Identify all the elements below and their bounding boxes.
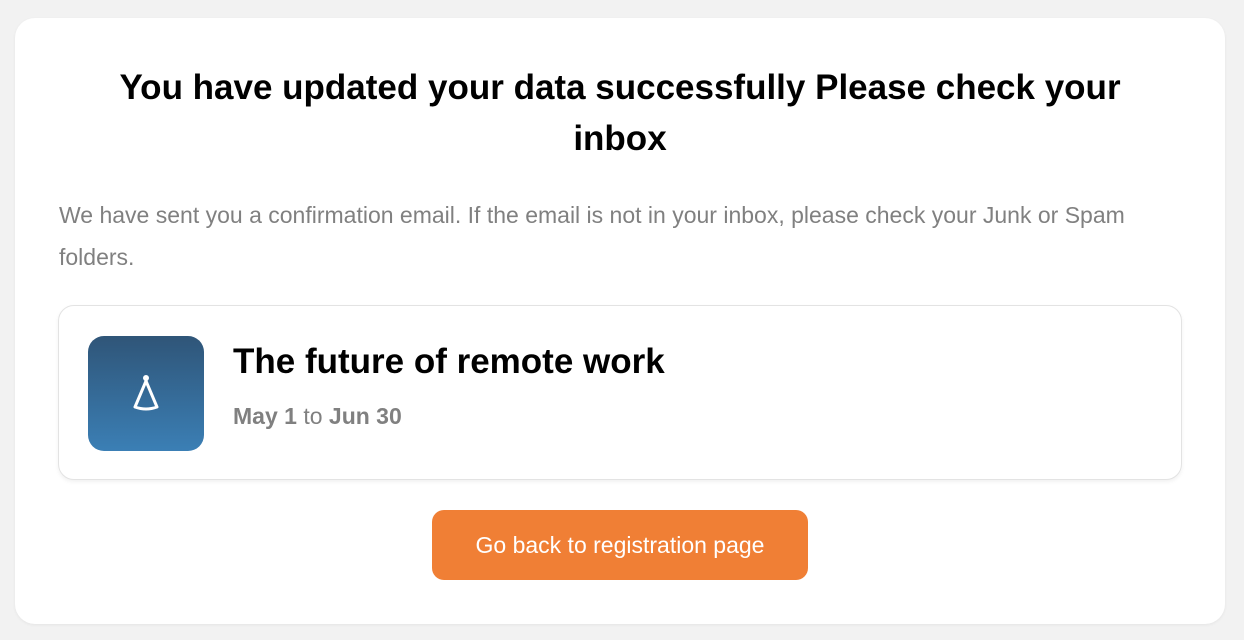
confirmation-message: We have sent you a confirmation email. I… (59, 202, 1125, 270)
event-title: The future of remote work (233, 342, 665, 381)
event-date-separator: to (303, 403, 323, 429)
party-hat-icon (133, 374, 159, 410)
event-card: The future of remote work May 1 to Jun 3… (58, 305, 1182, 480)
back-to-registration-button[interactable]: Go back to registration page (432, 510, 808, 580)
event-thumbnail (88, 336, 204, 451)
confirmation-card: You have updated your data successfully … (15, 18, 1225, 624)
event-end-date: Jun 30 (328, 403, 402, 429)
event-start-date: May 1 (233, 403, 297, 429)
page-title: You have updated your data successfully … (119, 68, 1121, 158)
event-dates: May 1 to Jun 30 (233, 402, 402, 430)
